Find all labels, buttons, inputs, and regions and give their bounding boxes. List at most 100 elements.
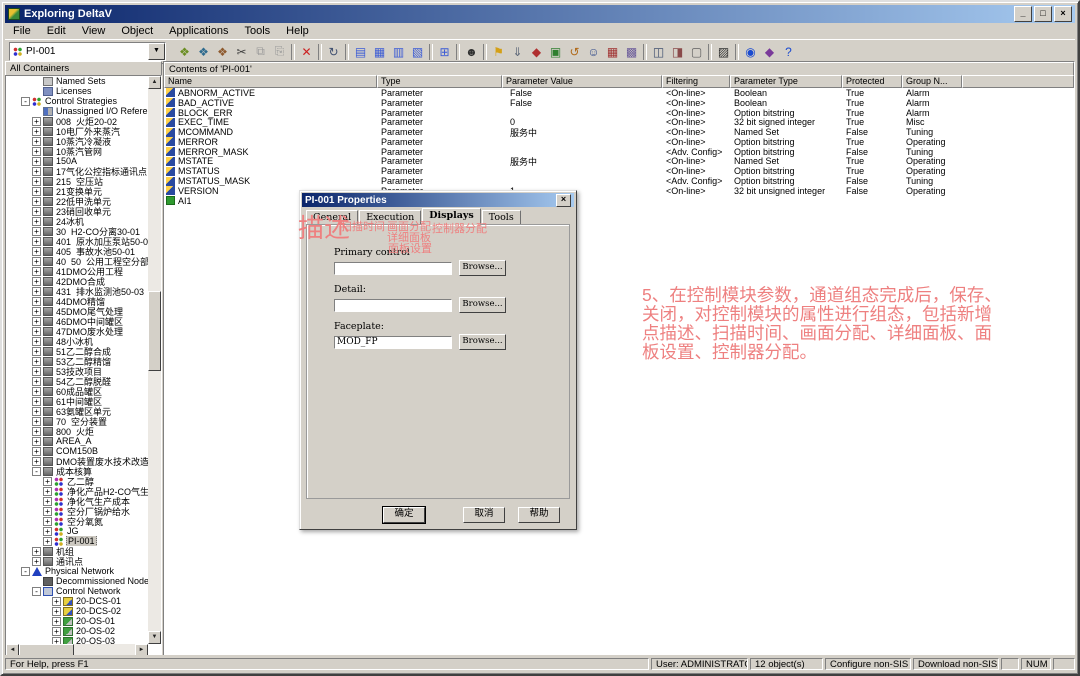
expand-toggle[interactable]: + — [32, 417, 41, 426]
expand-toggle[interactable]: + — [43, 527, 52, 536]
expand-toggle[interactable]: + — [32, 257, 41, 266]
web-help-icon[interactable]: ◉ — [741, 43, 760, 61]
browse-button[interactable]: Browse... — [459, 334, 506, 350]
column-header-type[interactable]: Type — [377, 75, 502, 88]
tree-item[interactable]: Licenses — [6, 86, 148, 96]
column-header-parameter-value[interactable]: Parameter Value — [502, 75, 662, 88]
expand-toggle[interactable]: + — [32, 337, 41, 346]
paste-icon[interactable]: ⎘ — [270, 43, 289, 61]
expand-toggle[interactable]: + — [32, 197, 41, 206]
table-row[interactable]: MSTATE Parameter 服务中 <On-line> Named Set… — [164, 157, 1074, 167]
expand-toggle[interactable]: + — [52, 607, 61, 616]
expand-toggle[interactable]: + — [32, 427, 41, 436]
tree-item[interactable]: - 成本核算 — [6, 466, 148, 476]
tree-item[interactable]: + 24冰机 — [6, 216, 148, 226]
help-button[interactable]: 帮助 — [518, 507, 560, 523]
expand-toggle[interactable]: + — [32, 207, 41, 216]
table-row[interactable]: BAD_ACTIVE Parameter False <On-line> Boo… — [164, 98, 1074, 108]
small-icons-icon[interactable]: ▦ — [370, 43, 389, 61]
cut-icon[interactable]: ✂ — [232, 43, 251, 61]
diagnostics-icon[interactable]: ◫ — [649, 43, 668, 61]
maximize-button[interactable]: □ — [1034, 6, 1052, 22]
tree-item[interactable]: Decommissioned Nodes — [6, 576, 148, 586]
history-icon[interactable]: ↺ — [565, 43, 584, 61]
copy-icon[interactable]: ⧉ — [251, 43, 270, 61]
expand-toggle[interactable]: + — [32, 317, 41, 326]
delete-icon[interactable]: ✕ — [297, 43, 316, 61]
tree-vertical-scrollbar[interactable]: ▲ ▼ — [148, 76, 161, 644]
tree-item[interactable]: + 20-OS-01 — [6, 616, 148, 626]
expand-toggle[interactable]: + — [32, 277, 41, 286]
expand-toggle[interactable]: + — [32, 187, 41, 196]
tree-item[interactable]: + 54乙二醇脱醛 — [6, 376, 148, 386]
detail-input[interactable] — [334, 299, 452, 312]
expand-toggle[interactable]: + — [32, 307, 41, 316]
primary-control-input[interactable] — [334, 262, 452, 275]
table-row[interactable]: ABNORM_ACTIVE Parameter False <On-line> … — [164, 88, 1074, 98]
operator-icon[interactable]: ☺ — [584, 43, 603, 61]
tree-item[interactable]: + 20-DCS-01 — [6, 596, 148, 606]
table-row[interactable]: MCOMMAND Parameter 服务中 <On-line> Named S… — [164, 127, 1074, 137]
expand-toggle[interactable] — [32, 77, 41, 86]
column-header-protected[interactable]: Protected — [842, 75, 902, 88]
tree-item[interactable]: + 净化产品H2-CO气生产 — [6, 486, 148, 496]
scroll-up-button[interactable]: ▲ — [148, 76, 161, 89]
picture-icon[interactable]: ▣ — [546, 43, 565, 61]
expand-toggle[interactable]: - — [21, 567, 30, 576]
list-view-icon[interactable]: ▥ — [389, 43, 408, 61]
expand-toggle[interactable]: + — [43, 477, 52, 486]
expand-toggle[interactable]: + — [32, 117, 41, 126]
tree-item[interactable]: + 800_火炬 — [6, 426, 148, 436]
dialog-close-icon[interactable]: × — [556, 194, 571, 207]
tree-item[interactable]: + 45DMO尾气处理 — [6, 306, 148, 316]
tree-item[interactable]: + 空分氧氮 — [6, 516, 148, 526]
expand-toggle[interactable]: + — [52, 627, 61, 636]
context-help-icon[interactable]: ? — [779, 43, 798, 61]
expand-toggle[interactable]: + — [32, 547, 41, 556]
expand-toggle[interactable]: + — [43, 537, 52, 546]
tree-item[interactable]: + 30_H2-CO分离30-01 — [6, 226, 148, 236]
expand-toggle[interactable]: + — [32, 447, 41, 456]
tree-item[interactable]: + 60成品罐区 — [6, 386, 148, 396]
tree-item[interactable]: + 10电厂外来蒸汽 — [6, 126, 148, 136]
title-bar[interactable]: Exploring DeltaV _ □ × — [5, 5, 1075, 23]
film-icon[interactable]: ▨ — [714, 43, 733, 61]
tab-tools[interactable]: Tools — [482, 210, 521, 225]
expand-toggle[interactable]: + — [32, 267, 41, 276]
tree-item[interactable]: + COM150B — [6, 446, 148, 456]
expand-toggle[interactable]: + — [32, 557, 41, 566]
tree-item[interactable]: + 150A — [6, 156, 148, 166]
minimize-button[interactable]: _ — [1014, 6, 1032, 22]
tree-item[interactable]: + 215_空压站 — [6, 176, 148, 186]
expand-toggle[interactable]: + — [52, 617, 61, 626]
large-icons-icon[interactable]: ▤ — [351, 43, 370, 61]
tree-item[interactable]: + PI-001 — [6, 536, 148, 546]
expand-toggle[interactable]: + — [32, 237, 41, 246]
column-header-name[interactable]: Name — [164, 75, 377, 88]
tree-item[interactable]: + 净化气生产成本 — [6, 496, 148, 506]
cancel-button[interactable]: 取消 — [463, 507, 505, 523]
menu-file[interactable]: File — [5, 24, 39, 38]
close-button[interactable]: × — [1054, 6, 1072, 22]
browse-button[interactable]: Browse... — [459, 260, 506, 276]
expand-toggle[interactable]: + — [32, 177, 41, 186]
tree-item[interactable]: Unassigned I/O References — [6, 106, 148, 116]
alarm-icon[interactable]: ⚑ — [489, 43, 508, 61]
expand-toggle[interactable]: + — [32, 407, 41, 416]
expand-toggle[interactable]: + — [32, 357, 41, 366]
trend-icon[interactable]: ◨ — [668, 43, 687, 61]
table-row[interactable]: BLOCK_ERR Parameter <On-line> Option bit… — [164, 108, 1074, 118]
column-header-filtering[interactable]: Filtering — [662, 75, 730, 88]
tree-item[interactable]: + 20-OS-02 — [6, 626, 148, 636]
recipe-icon[interactable]: ▦ — [603, 43, 622, 61]
theme-icon[interactable]: ◆ — [760, 43, 779, 61]
expand-toggle[interactable]: + — [32, 437, 41, 446]
menu-object[interactable]: Object — [113, 24, 161, 38]
expand-toggle[interactable]: + — [32, 157, 41, 166]
tree-item[interactable]: + 70_空分装置 — [6, 416, 148, 426]
tree-item[interactable]: + 401_原水加压泵站50-03 — [6, 236, 148, 246]
column-header-group[interactable]: Group N... — [902, 75, 962, 88]
batch-icon[interactable]: ▩ — [622, 43, 641, 61]
new-from-template-icon[interactable]: ❖ — [194, 43, 213, 61]
tree-item[interactable]: + 20-OS-03 — [6, 636, 148, 644]
